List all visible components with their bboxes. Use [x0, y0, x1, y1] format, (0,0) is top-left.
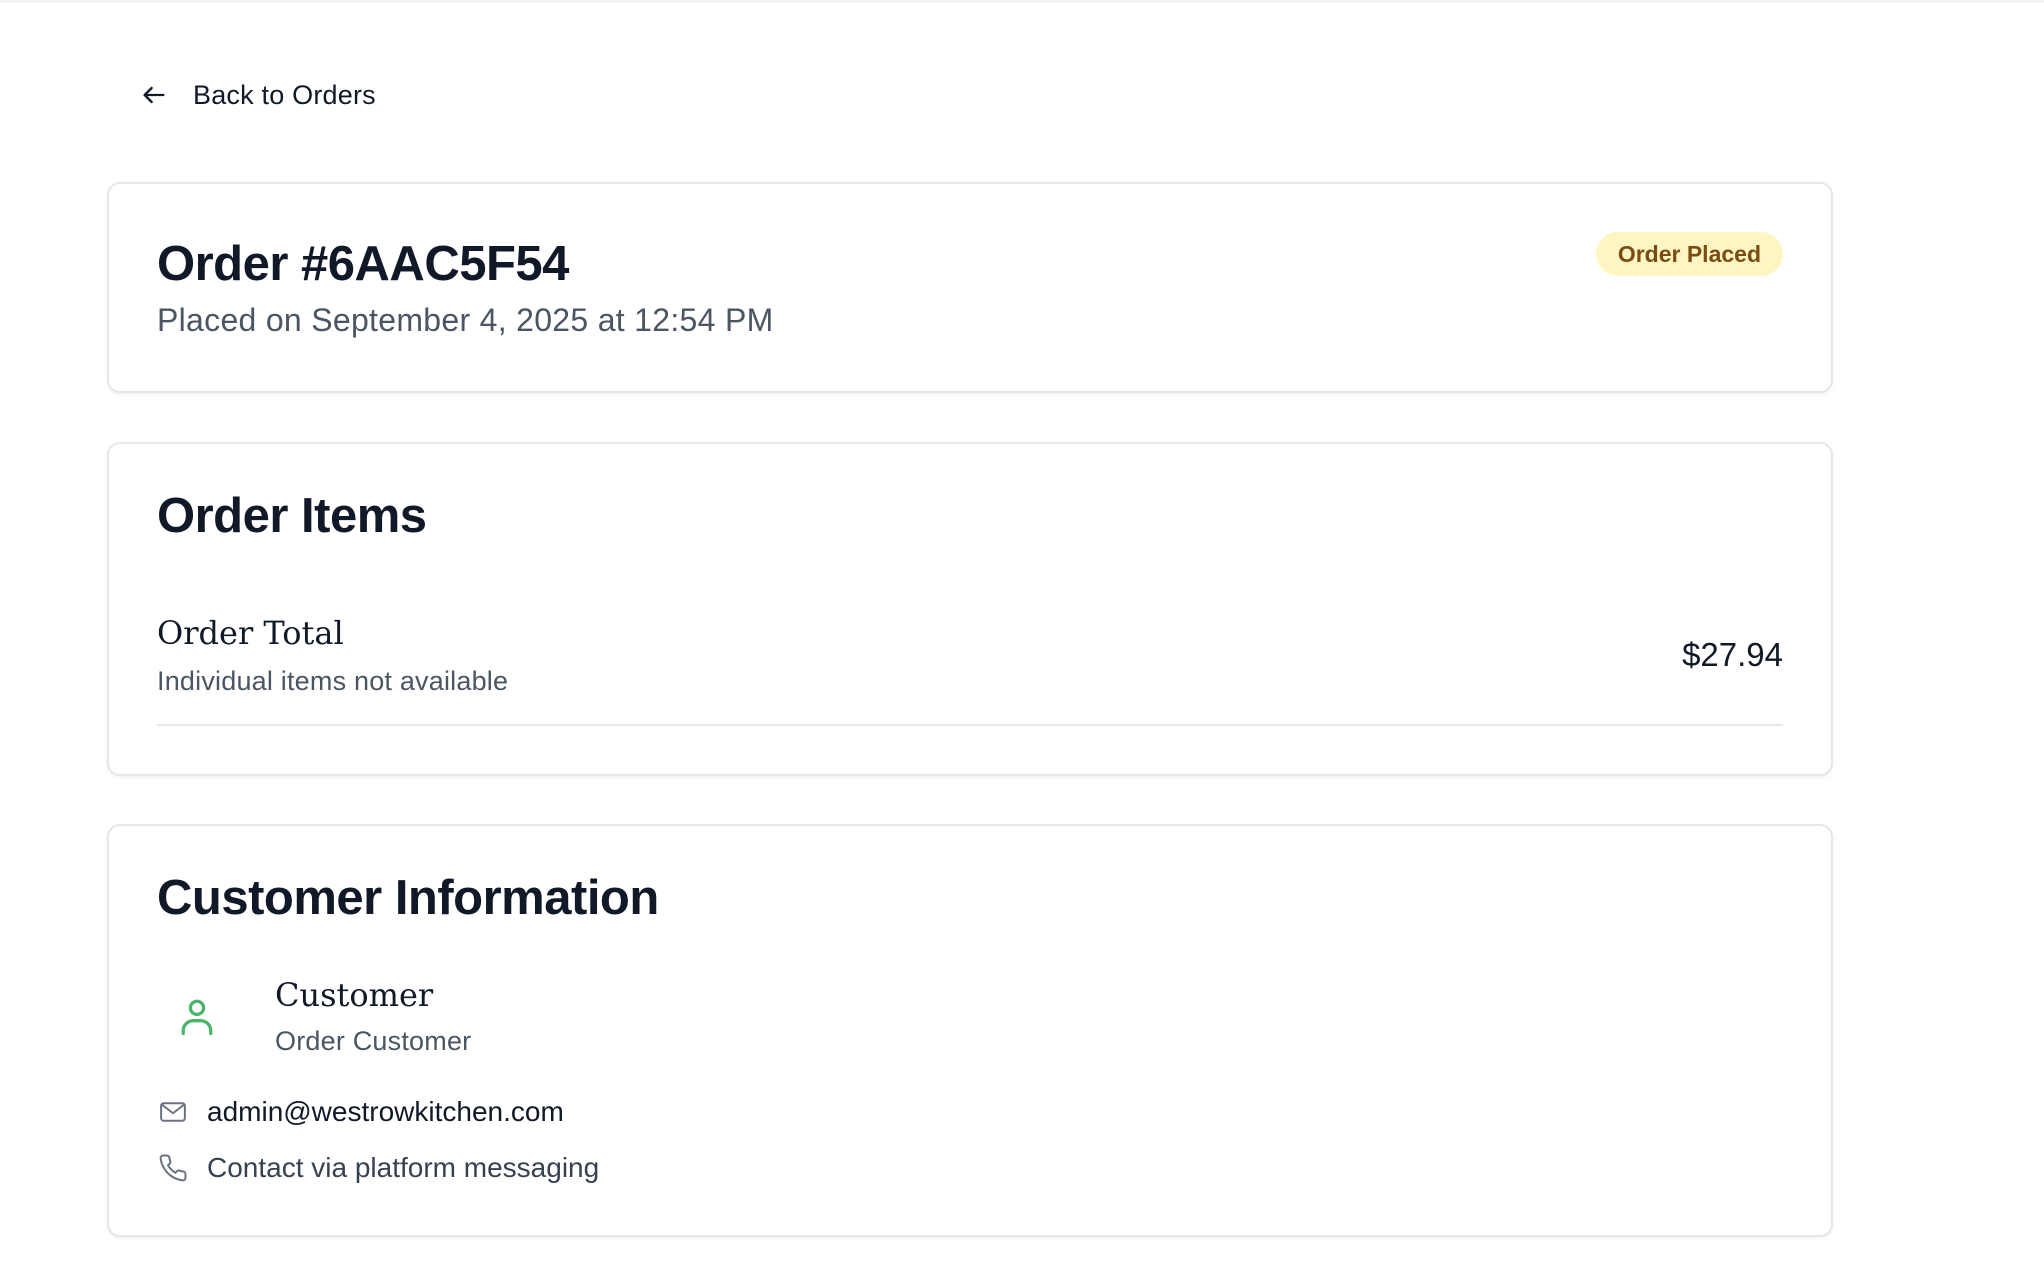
order-title: Order #6AAC5F54 — [157, 237, 569, 291]
phone-icon — [157, 1152, 189, 1184]
order-header-card: Order #6AAC5F54 Placed on September 4, 2… — [107, 182, 1833, 393]
item-amount: $27.94 — [1682, 636, 1783, 673]
arrow-left-icon — [139, 80, 169, 110]
customer-role: Order Customer — [275, 1026, 472, 1056]
customer-profile: Customer Order Customer — [157, 976, 471, 1057]
user-icon — [157, 977, 237, 1057]
status-badge: Order Placed — [1595, 232, 1783, 276]
top-divider — [0, 0, 2044, 3]
item-note: Individual items not available — [157, 666, 509, 696]
back-to-orders-link[interactable]: Back to Orders — [139, 70, 376, 120]
order-items-card: Order Items Order Total Individual items… — [107, 442, 1833, 776]
customer-info-card: Customer Information Customer Order Cust… — [107, 824, 1833, 1237]
order-placed-date: Placed on September 4, 2025 at 12:54 PM — [157, 302, 774, 338]
customer-phone-note: Contact via platform messaging — [207, 1152, 600, 1183]
back-link-label: Back to Orders — [193, 79, 376, 110]
customer-email: admin@westrowkitchen.com — [207, 1096, 564, 1127]
mail-icon — [157, 1096, 189, 1128]
customer-name: Customer — [275, 976, 434, 1014]
customer-info-title: Customer Information — [157, 871, 659, 925]
customer-email-row: admin@westrowkitchen.com — [157, 1096, 564, 1128]
customer-phone-row: Contact via platform messaging — [157, 1152, 599, 1184]
item-name: Order Total — [157, 614, 344, 652]
order-items-title: Order Items — [157, 489, 427, 543]
customer-text: Customer Order Customer — [275, 976, 471, 1057]
order-item-row: Order Total Individual items not availab… — [157, 614, 1783, 726]
